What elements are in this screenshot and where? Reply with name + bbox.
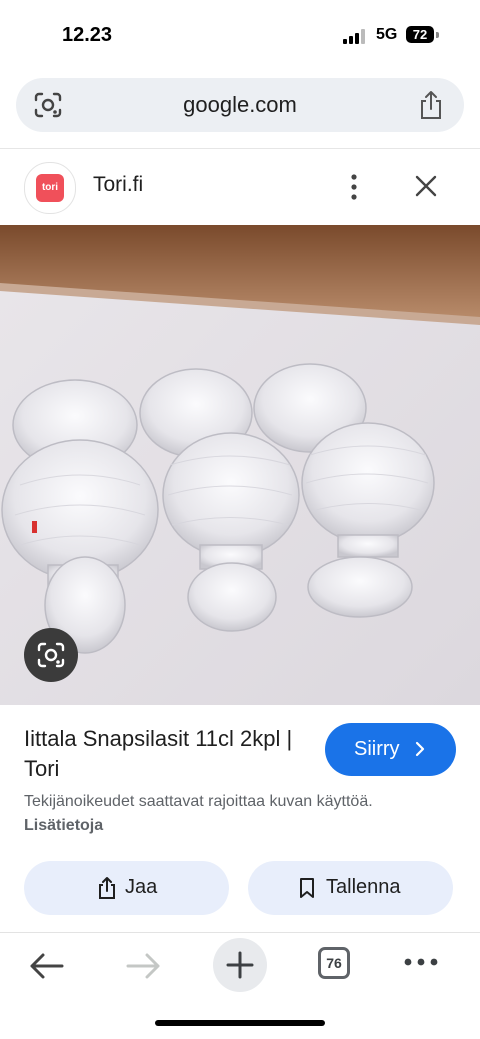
preview-image[interactable] [0, 225, 480, 705]
result-title[interactable]: Iittala Snapsilasit 11cl 2kpl | Tori [24, 724, 314, 784]
share-label: Jaa [125, 876, 158, 898]
bottom-toolbar: 76 [0, 933, 480, 1003]
tori-logo: tori [36, 174, 64, 202]
chevron-right-icon [415, 741, 425, 757]
home-indicator[interactable] [155, 1020, 325, 1026]
url-text[interactable]: google.com [16, 92, 464, 118]
back-arrow-icon[interactable] [28, 951, 66, 981]
share-icon [99, 877, 115, 899]
divider [0, 148, 480, 149]
battery-icon: 72 [406, 26, 434, 43]
network-label: 5G [376, 26, 398, 43]
copyright-notice: Tekijänoikeudet saattavat rajoittaa kuva… [24, 790, 384, 838]
site-header: tori Tori.fi [0, 150, 480, 224]
close-icon[interactable] [414, 174, 438, 198]
more-vert-icon[interactable] [344, 172, 364, 202]
signal-icon [343, 28, 369, 44]
save-button[interactable]: Tallenna [248, 861, 453, 915]
status-time: 12.23 [62, 24, 113, 46]
site-logo[interactable]: tori [24, 162, 76, 214]
site-name[interactable]: Tori.fi [93, 173, 143, 197]
visit-button[interactable]: Siirry [325, 723, 456, 776]
visual-search-button[interactable] [24, 628, 78, 682]
lens-icon [37, 642, 65, 668]
new-tab-button[interactable] [213, 938, 267, 992]
url-bar[interactable]: google.com [16, 78, 464, 132]
notice-text: Tekijänoikeudet saattavat rajoittaa kuva… [24, 793, 373, 810]
status-bar: 12.23 5G 72 [0, 0, 480, 70]
battery-cap [436, 32, 439, 38]
save-label: Tallenna [326, 876, 401, 898]
share-button[interactable]: Jaa [24, 861, 229, 915]
visit-label: Siirry [354, 738, 400, 760]
bookmark-icon [300, 878, 314, 898]
plus-icon [226, 951, 254, 979]
tabs-icon[interactable]: 76 [318, 947, 350, 979]
forward-arrow-icon[interactable] [124, 951, 162, 981]
learn-more-link[interactable]: Lisätietoja [24, 817, 103, 834]
more-horiz-icon[interactable] [402, 955, 440, 969]
share-icon[interactable] [418, 90, 444, 120]
